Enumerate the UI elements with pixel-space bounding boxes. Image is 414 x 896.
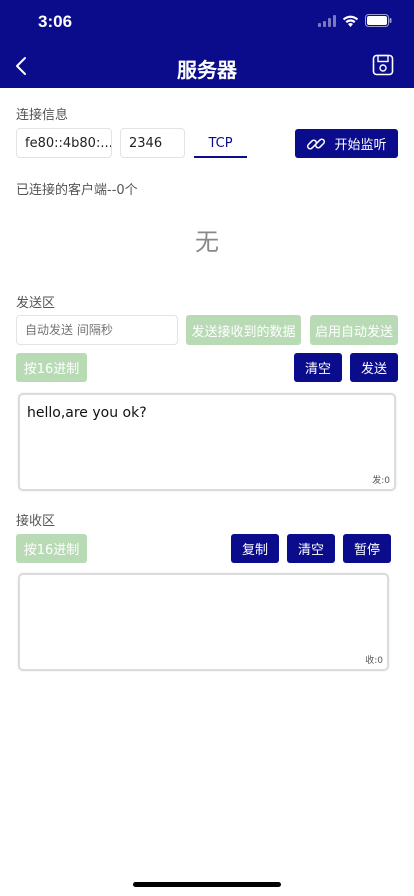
send-text: hello,are you ok?	[27, 405, 147, 421]
receive-counter: 收:0	[365, 656, 383, 666]
connected-clients-label: 已连接的客户端--0个	[16, 183, 138, 198]
start-listen-button[interactable]: 开始监听	[295, 129, 398, 158]
receive-area-label: 接收区	[16, 514, 56, 529]
header: 3:06 服务器	[0, 0, 414, 88]
home-indicator[interactable]	[133, 882, 281, 887]
send-textarea[interactable]: hello,are you ok? 发:0	[18, 393, 396, 491]
auto-send-interval-input[interactable]	[16, 315, 178, 345]
battery-icon	[365, 14, 392, 27]
pause-button[interactable]: 暂停	[343, 534, 391, 563]
tab-tcp[interactable]: TCP	[194, 134, 247, 158]
send-button[interactable]: 发送	[350, 353, 398, 382]
tab-underline	[194, 156, 247, 158]
connection-info-label: 连接信息	[16, 108, 69, 123]
send-hex-button[interactable]: 按16进制	[16, 353, 87, 382]
status-time: 3:06	[38, 12, 73, 31]
tab-tcp-label: TCP	[208, 136, 233, 151]
receive-clear-button[interactable]: 清空	[287, 534, 335, 563]
enable-auto-send-button[interactable]: 启用自动发送	[310, 315, 398, 345]
send-clear-button[interactable]: 清空	[294, 353, 342, 382]
port-field[interactable]: 2346	[120, 128, 185, 158]
send-received-data-button[interactable]: 发送接收到的数据	[186, 315, 301, 345]
page-title: 服务器	[177, 58, 237, 82]
wifi-icon	[342, 15, 359, 27]
link-icon	[307, 137, 326, 150]
receive-textarea[interactable]: 收:0	[18, 573, 389, 671]
ip-address-field[interactable]: fe80::4b80:...	[16, 128, 112, 158]
signal-icon	[318, 14, 336, 27]
copy-button[interactable]: 复制	[231, 534, 279, 563]
no-clients-text: 无	[195, 228, 219, 256]
status-icons	[318, 14, 392, 27]
receive-hex-button[interactable]: 按16进制	[16, 534, 87, 563]
save-icon[interactable]	[372, 54, 394, 76]
send-counter: 发:0	[372, 476, 390, 486]
start-listen-label: 开始监听	[334, 138, 387, 153]
send-area-label: 发送区	[16, 296, 56, 311]
